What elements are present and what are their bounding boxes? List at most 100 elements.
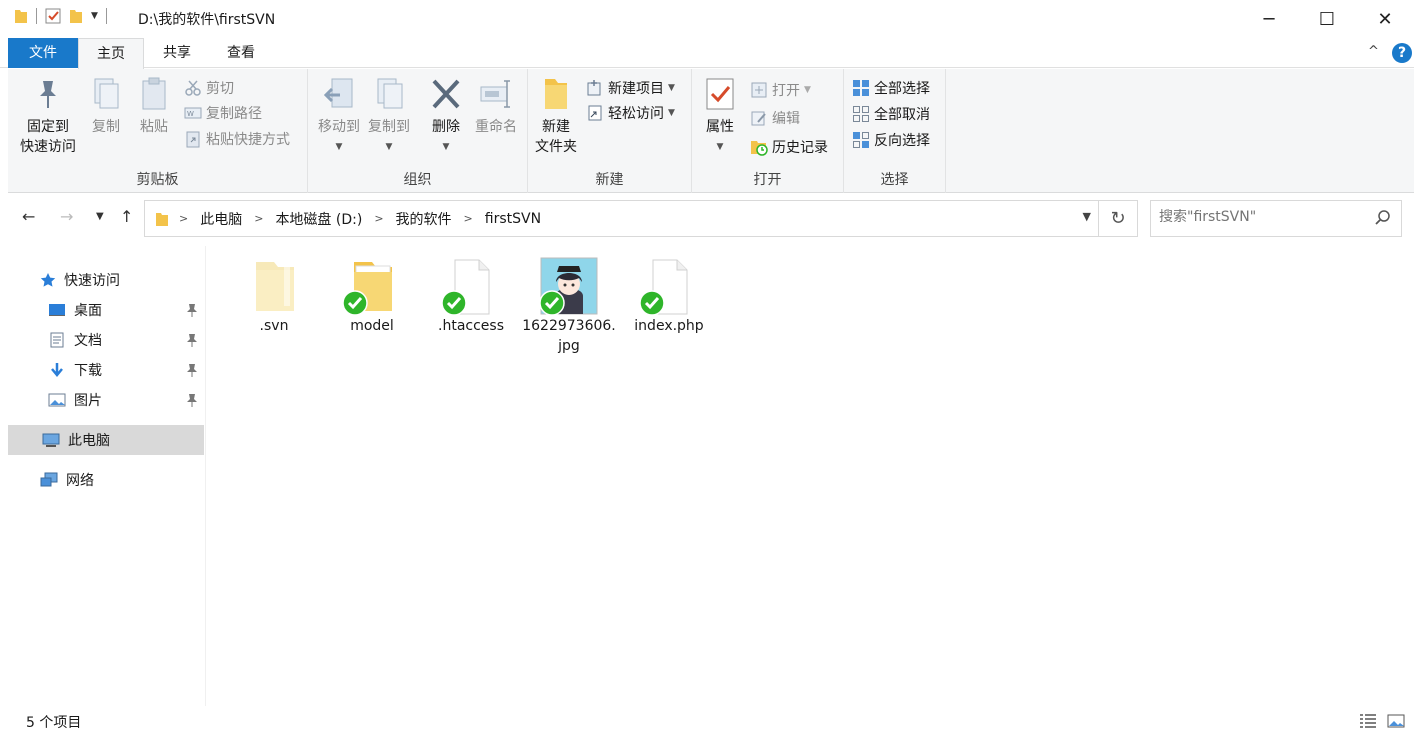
svn-ok-check-icon [639, 290, 665, 316]
maximize-button[interactable]: ☐ [1298, 0, 1356, 38]
document-icon [639, 256, 699, 316]
nav-network[interactable]: 网络 [40, 465, 200, 495]
help-icon[interactable]: ? [1392, 43, 1412, 63]
pinned-icon[interactable] [186, 303, 198, 317]
large-icons-view-icon[interactable] [1386, 712, 1406, 730]
delete-x-icon [432, 79, 460, 109]
copy-path-button[interactable]: W 复制路径 [184, 102, 262, 124]
nav-downloads-label: 下载 [74, 363, 102, 379]
new-folder-qat-icon[interactable] [69, 8, 83, 24]
address-bar[interactable]: > 此电脑 > 本地磁盘 (D:) > 我的软件 > firstSVN ▼ [144, 200, 1100, 237]
file-item-htaccess[interactable]: .htaccess [423, 256, 519, 336]
copy-button[interactable]: 复制 [84, 75, 128, 137]
search-box[interactable] [1150, 200, 1402, 237]
file-item-model[interactable]: model [324, 256, 420, 336]
documents-icon [50, 332, 64, 348]
pin-icon [40, 81, 56, 108]
tab-view[interactable]: 查看 [210, 38, 272, 68]
properties-button[interactable]: 属性 ▼ [698, 75, 742, 157]
open-icon [751, 82, 767, 98]
select-none-label: 全部取消 [874, 107, 930, 123]
file-list: .svn model .htaccess 1622973606.jpg inde… [210, 246, 1414, 706]
breadcrumb-firstsvn[interactable]: firstSVN [485, 211, 541, 227]
open-group: 属性 ▼ 打开 ▼ 编辑 历史记录 打开 [692, 69, 844, 193]
pinned-icon[interactable] [186, 363, 198, 377]
nav-documents[interactable]: 文档 [48, 325, 204, 355]
search-icon[interactable] [1373, 208, 1393, 228]
cut-button[interactable]: 剪切 [184, 77, 234, 99]
breadcrumb-chevron-icon[interactable]: > [374, 212, 383, 225]
open-label: 打开 [772, 83, 800, 99]
nav-this-pc[interactable]: 此电脑 [8, 425, 204, 455]
properties-icon [706, 78, 734, 110]
minimize-button[interactable]: ─ [1240, 0, 1298, 38]
copy-icon [94, 78, 119, 109]
breadcrumb-drive-d[interactable]: 本地磁盘 (D:) [275, 209, 362, 229]
new-item-button[interactable]: 新建项目 ▼ [586, 77, 675, 99]
nav-downloads[interactable]: 下载 [48, 355, 204, 385]
nav-documents-label: 文档 [74, 333, 102, 349]
pin-quick-access-button[interactable]: 固定到 快速访问 [14, 75, 82, 157]
file-item-jpg[interactable]: 1622973606.jpg [521, 256, 617, 356]
tab-share[interactable]: 共享 [148, 38, 206, 68]
tab-file[interactable]: 文件 [8, 38, 78, 68]
pinned-icon[interactable] [186, 333, 198, 347]
file-item-index-php[interactable]: index.php [621, 256, 717, 336]
delete-button[interactable]: 删除 ▼ [424, 75, 468, 157]
select-group-label: 选择 [880, 172, 909, 188]
refresh-button[interactable]: ↻ [1098, 200, 1138, 237]
file-item-svn[interactable]: .svn [226, 256, 322, 336]
tab-home[interactable]: 主页 [78, 38, 144, 69]
rename-button[interactable]: 重命名 [470, 75, 522, 137]
breadcrumb-chevron-icon[interactable]: > [254, 212, 263, 225]
organize-group-label: 组织 [403, 172, 432, 188]
paste-button[interactable]: 粘贴 [132, 75, 176, 137]
new-folder-button[interactable]: 新建 文件夹 [530, 75, 582, 157]
separator [36, 8, 37, 24]
edit-button[interactable]: 编辑 [750, 107, 800, 129]
paste-shortcut-button[interactable]: 粘贴快捷方式 [184, 128, 290, 150]
breadcrumb-this-pc[interactable]: 此电脑 [200, 209, 242, 229]
properties-qat-icon[interactable] [45, 8, 61, 24]
history-label: 历史记录 [772, 140, 828, 156]
navigation-row: ← → ▼ ↑ > 此电脑 > 本地磁盘 (D:) > 我的软件 > first… [8, 199, 1414, 239]
history-button[interactable]: 历史记录 [750, 136, 828, 158]
open-dropdown-icon: ▼ [804, 85, 811, 95]
breadcrumb-chevron-icon[interactable]: > [179, 212, 188, 225]
new-group-label: 新建 [595, 172, 624, 188]
move-to-button[interactable]: 移动到 ▼ [314, 75, 364, 157]
nav-pictures-label: 图片 [74, 393, 102, 409]
back-arrow-icon[interactable]: ← [22, 207, 35, 226]
nav-quick-access[interactable]: 快速访问 [40, 265, 200, 295]
nav-desktop[interactable]: 桌面 [48, 295, 204, 325]
paste-icon [142, 77, 166, 110]
up-arrow-icon[interactable]: ↑ [120, 207, 133, 226]
pinned-icon[interactable] [186, 393, 198, 407]
cut-label: 剪切 [206, 81, 234, 97]
copy-label: 复制 [92, 119, 120, 135]
address-dropdown-icon[interactable]: ▼ [1083, 210, 1091, 223]
nav-this-pc-label: 此电脑 [68, 433, 110, 449]
close-button[interactable]: ✕ [1356, 0, 1414, 38]
ribbon-collapse-icon[interactable]: ^ [1368, 44, 1379, 59]
details-view-icon[interactable] [1358, 712, 1378, 730]
nav-pictures[interactable]: 图片 [48, 385, 204, 415]
svn-ok-check-icon [441, 290, 467, 316]
easy-access-button[interactable]: 轻松访问 ▼ [586, 102, 675, 124]
forward-arrow-icon[interactable]: → [60, 207, 73, 226]
select-group: 全部选择 全部取消 反向选择 选择 [844, 69, 946, 193]
rename-icon [480, 80, 510, 108]
select-all-button[interactable]: 全部选择 [852, 77, 930, 99]
breadcrumb-my-software[interactable]: 我的软件 [396, 209, 452, 229]
invert-selection-button[interactable]: 反向选择 [852, 129, 930, 151]
select-none-button[interactable]: 全部取消 [852, 103, 930, 125]
copy-to-label: 复制到 [368, 119, 410, 135]
copy-to-button[interactable]: 复制到 ▼ [364, 75, 414, 157]
open-button[interactable]: 打开 ▼ [750, 79, 811, 101]
recent-locations-dropdown-icon[interactable]: ▼ [96, 211, 104, 222]
qat-dropdown-icon[interactable]: ▼ [91, 11, 98, 21]
item-count: 5 个项目 [26, 715, 82, 731]
breadcrumb-chevron-icon[interactable]: > [464, 212, 473, 225]
file-name: model [350, 318, 394, 334]
search-input[interactable] [1159, 209, 1369, 225]
